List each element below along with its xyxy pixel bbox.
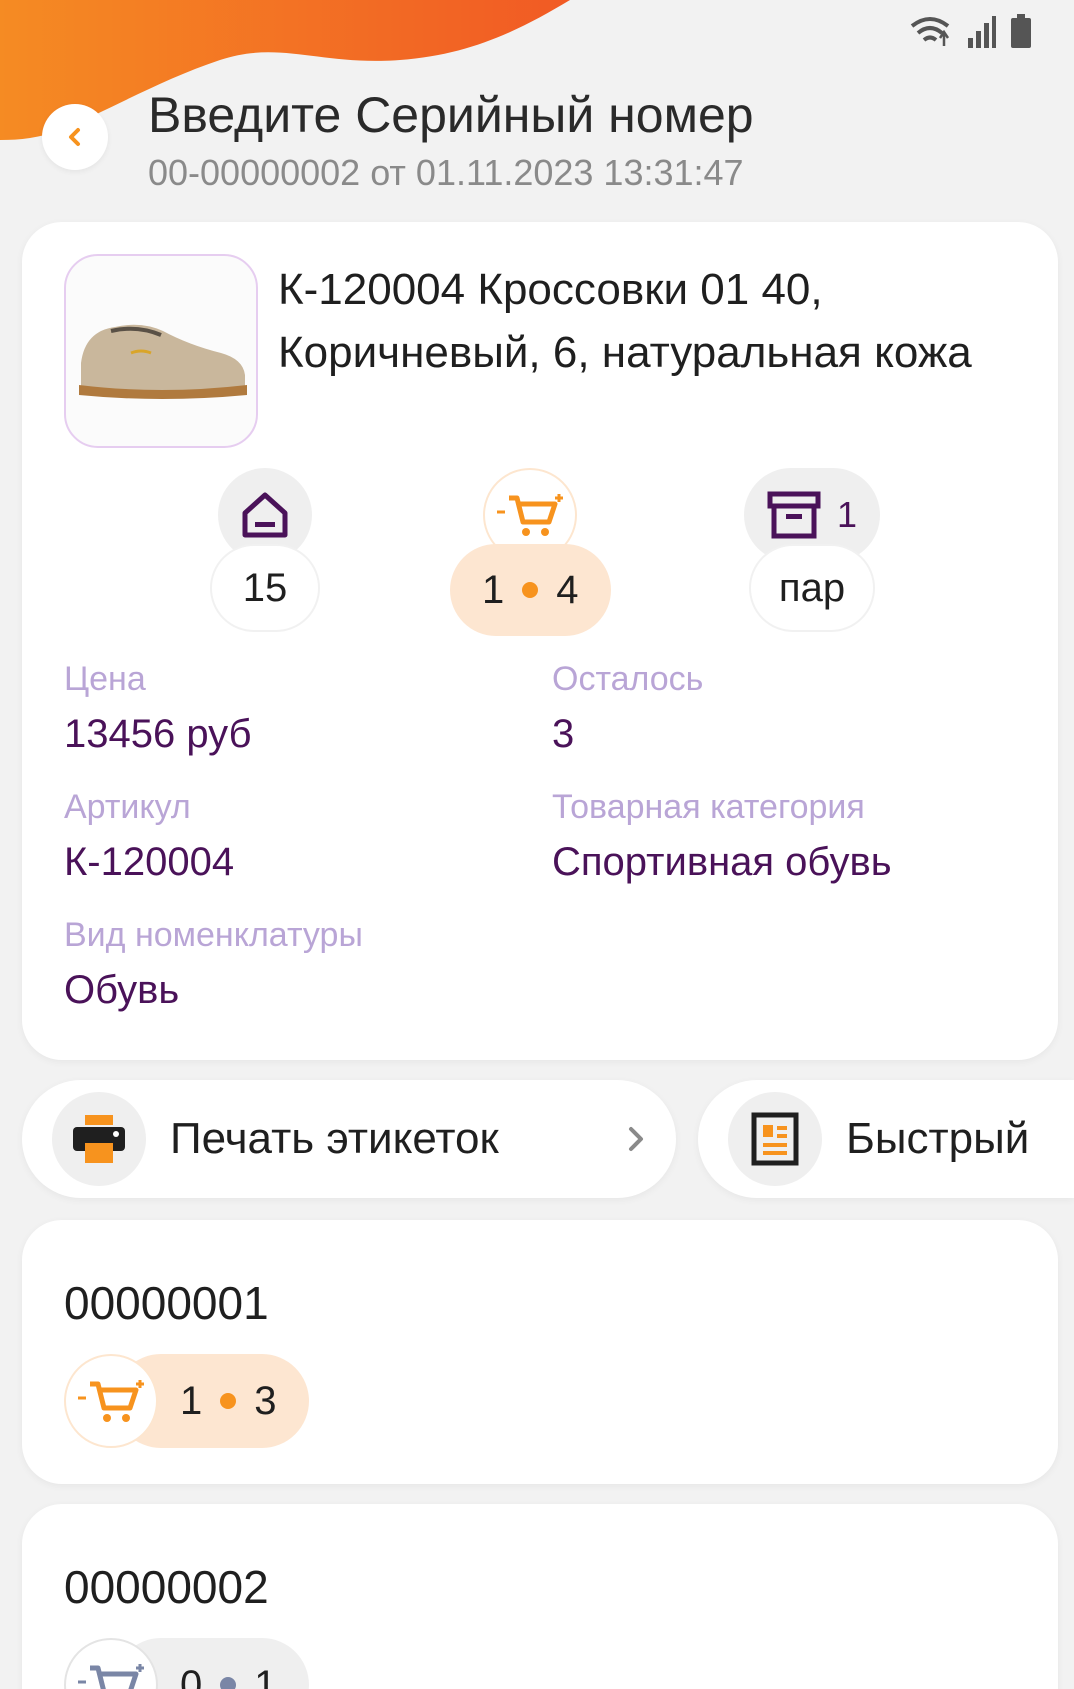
- cart-count-right: 4: [556, 567, 579, 612]
- wifi-icon: [910, 17, 950, 46]
- cart-stat[interactable]: 1 4: [450, 468, 611, 636]
- cart-plus-minus-icon: [78, 1664, 144, 1689]
- product-image[interactable]: [64, 254, 258, 448]
- serial-count-left: 1: [180, 1378, 203, 1423]
- cart-counts: 1 4: [450, 544, 611, 636]
- printer-icon: [73, 1115, 125, 1163]
- battery-icon: [1011, 14, 1031, 48]
- serial-count-right: 1: [254, 1662, 277, 1689]
- price-value: 13456 руб: [64, 712, 252, 756]
- product-card: К-120004 Кроссовки 01 40, Коричневый, 6,…: [22, 222, 1058, 1060]
- page-title: Введите Серийный номер: [148, 87, 754, 143]
- print-labels-button[interactable]: Печать этикеток: [22, 1080, 676, 1198]
- archive-box-icon: [767, 491, 821, 539]
- serial-cart-badge: 0 1: [64, 1638, 309, 1689]
- warehouse-qty: 15: [210, 544, 320, 632]
- warehouse-stat[interactable]: 15: [210, 468, 320, 632]
- separator-dot: [522, 582, 539, 598]
- category-label: Товарная категория: [552, 788, 865, 826]
- quick-label: Быстрый: [846, 1114, 1030, 1163]
- cart-plus-minus-icon: [497, 494, 564, 536]
- package-count: 1: [836, 494, 858, 535]
- serial-card[interactable]: 00000001 1 3: [22, 1220, 1058, 1484]
- signal-icon: [968, 16, 996, 48]
- serial-cart-badge: 1 3: [64, 1354, 309, 1448]
- back-button[interactable]: [42, 104, 108, 170]
- kind-value: Обувь: [64, 968, 180, 1012]
- serial-cart-icon-circle: [64, 1354, 158, 1448]
- serial-count-left: 0: [180, 1662, 203, 1689]
- sneaker-image: [79, 324, 247, 399]
- cart-plus-minus-icon: [78, 1380, 144, 1422]
- document-icon-circle: [728, 1092, 822, 1186]
- unit-label: пар: [748, 544, 876, 632]
- print-labels-label: Печать этикеток: [170, 1114, 499, 1163]
- separator-dot: [220, 1393, 237, 1409]
- serial-number: 00000002: [64, 1561, 269, 1613]
- article-label: Артикул: [64, 788, 191, 826]
- remaining-label: Осталось: [552, 660, 704, 698]
- serial-count-right: 3: [254, 1378, 277, 1423]
- kind-label: Вид номенклатуры: [64, 916, 363, 954]
- printer-icon-circle: [52, 1092, 146, 1186]
- document-list-icon: [751, 1112, 799, 1166]
- chevron-right-icon: [629, 1127, 643, 1151]
- price-label: Цена: [64, 660, 146, 698]
- status-bar: [908, 14, 1032, 48]
- remaining-value: 3: [552, 712, 575, 756]
- product-name: К-120004 Кроссовки 01 40, Коричневый, 6,…: [278, 265, 972, 377]
- quick-button[interactable]: Быстрый: [698, 1080, 1074, 1198]
- document-subtitle: 00-00000002 от 01.11.2023 13:31:47: [148, 152, 744, 193]
- home-icon: [242, 492, 288, 538]
- cart-count-left: 1: [482, 567, 505, 612]
- serial-number: 00000001: [64, 1277, 269, 1329]
- serial-card[interactable]: 00000002 0 1: [22, 1504, 1058, 1689]
- article-value: К-120004: [64, 840, 235, 884]
- separator-dot: [220, 1677, 237, 1689]
- category-value: Спортивная обувь: [552, 840, 892, 884]
- chevron-left-icon: [69, 128, 80, 146]
- package-stat[interactable]: 1 пар: [744, 468, 880, 632]
